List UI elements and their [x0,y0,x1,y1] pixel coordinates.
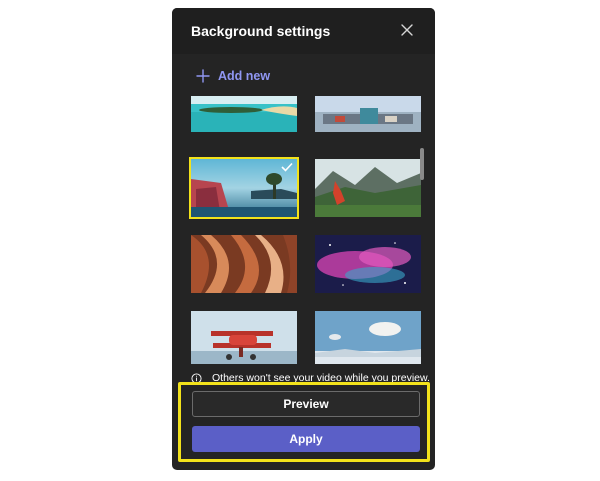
background-thumb-snowy-sky[interactable] [315,311,421,364]
grid-scrollbar[interactable] [420,148,424,180]
close-icon[interactable] [399,22,415,38]
background-thumb-mountain-valley[interactable] [315,159,421,217]
panel-title: Background settings [191,23,331,39]
background-thumb-red-rock-canyon[interactable] [191,235,297,293]
background-grid [172,96,435,364]
background-thumb-pink-nebula[interactable] [315,235,421,293]
apply-button[interactable]: Apply [192,426,420,452]
add-new-button[interactable]: Add new [196,66,270,86]
background-thumb-tropical-beach[interactable] [191,96,297,132]
preview-button[interactable]: Preview [192,391,420,417]
plus-icon [196,69,210,83]
background-settings-panel: Background settings Add new Others won't… [172,8,435,470]
background-thumb-red-biplane[interactable] [191,311,297,364]
checkmark-icon [281,162,293,172]
panel-header: Background settings [172,8,435,54]
info-icon [191,372,202,384]
background-thumb-lake-island-sunset[interactable] [189,157,299,219]
preview-info: Others won't see your video while you pr… [191,372,430,384]
info-text: Others won't see your video while you pr… [212,372,430,384]
add-new-label: Add new [218,69,271,83]
background-thumb-coastal-town[interactable] [315,96,421,132]
